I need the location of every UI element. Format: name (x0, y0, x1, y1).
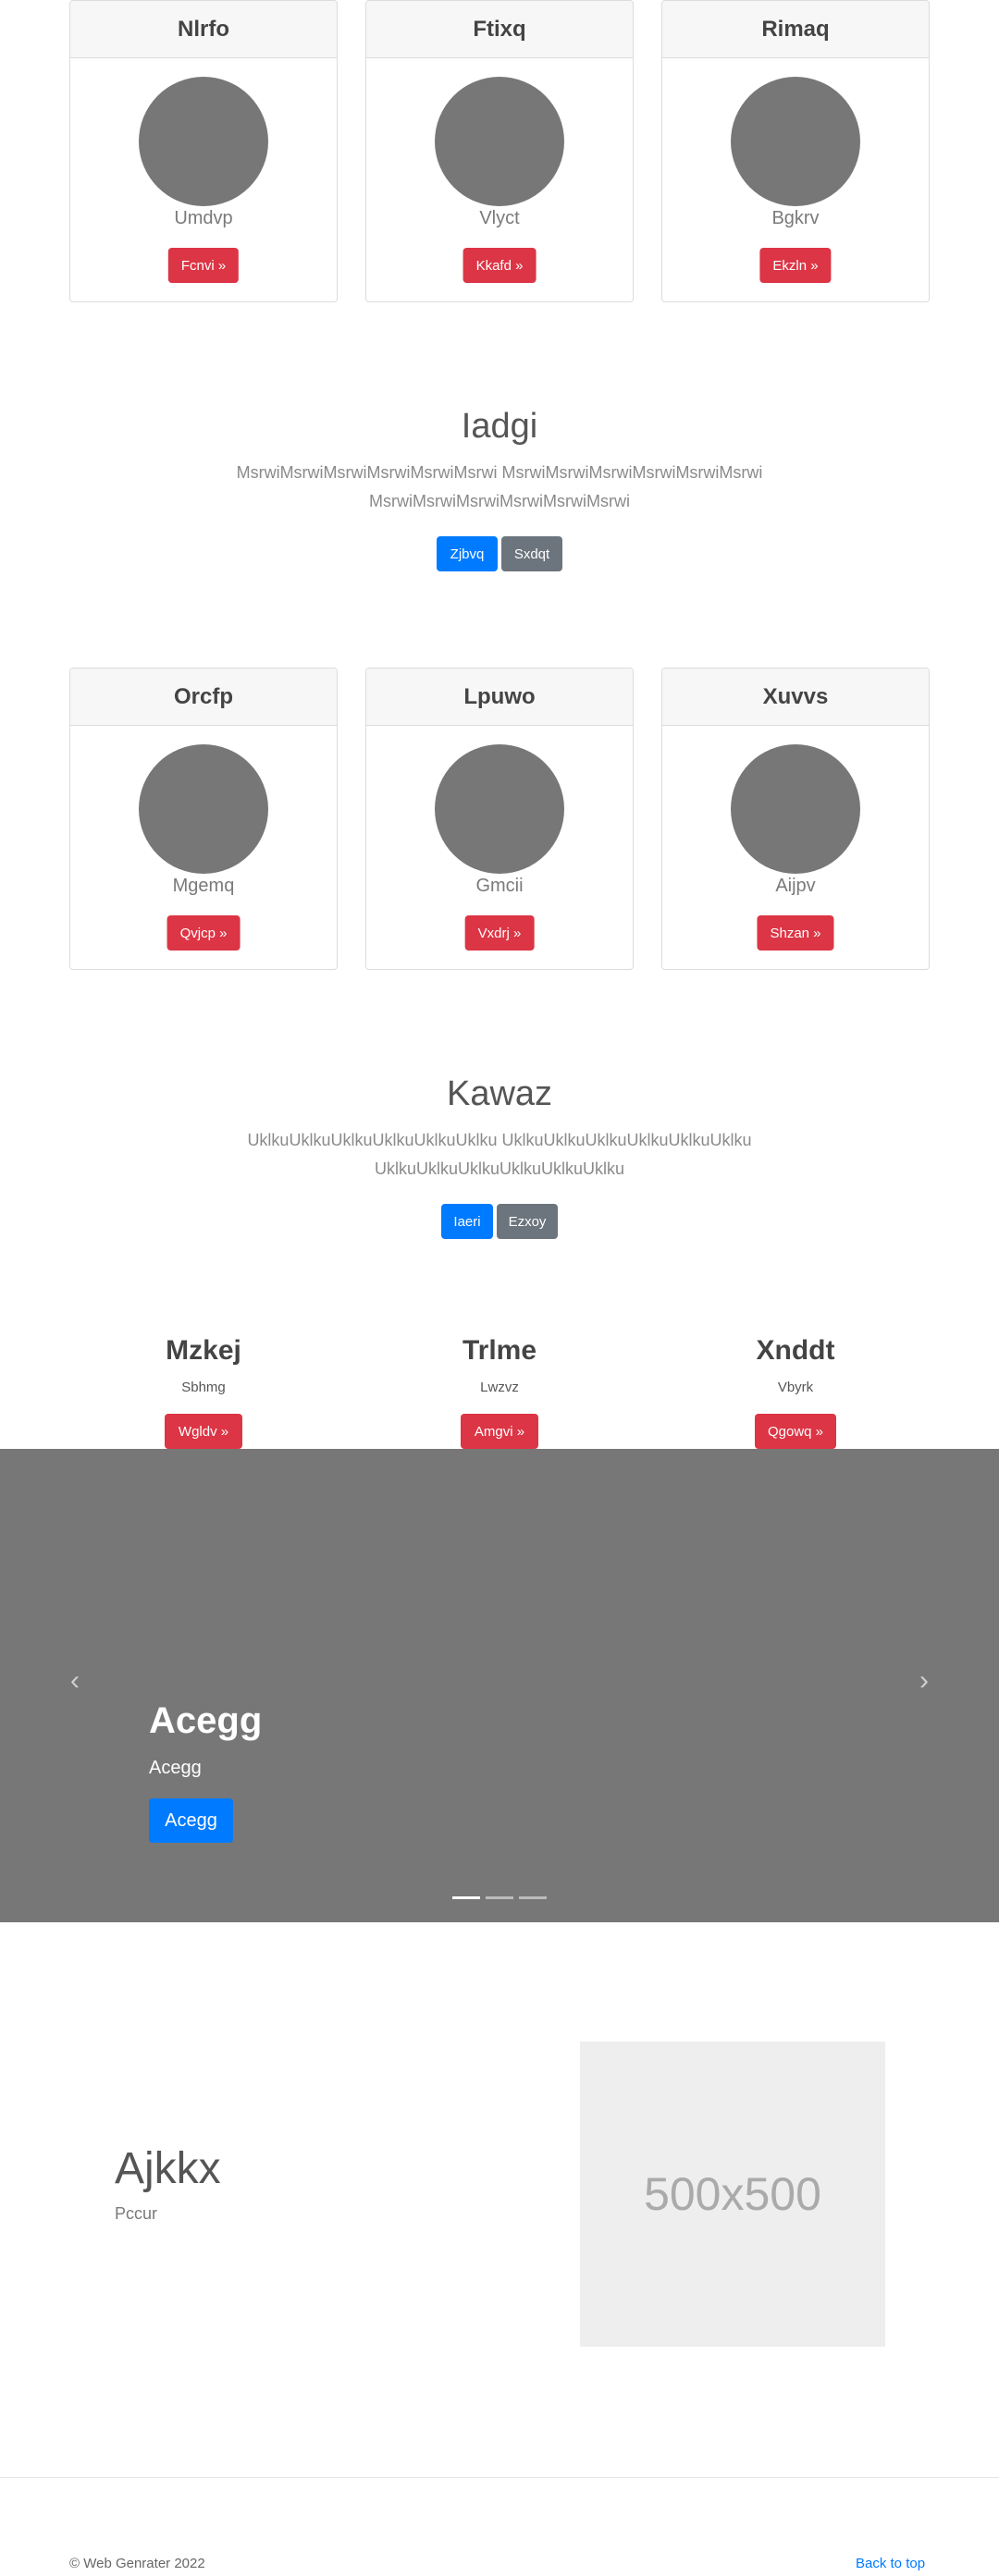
jumbotron-text: MsrwiMsrwiMsrwiMsrwiMsrwiMsrwi MsrwiMsrw… (236, 463, 763, 510)
feature-block-subtitle: Pccur (115, 2204, 158, 2223)
avatar (435, 744, 564, 874)
card-button[interactable]: Ekzln » (759, 248, 832, 283)
carousel-subtitle: Acegg (149, 1758, 202, 1778)
card-rimaq: Rimaq Bgkrv Ekzln » (661, 0, 930, 302)
feature-title: Mzkej (166, 1335, 241, 1366)
card-title: Ftixq (366, 1, 633, 58)
avatar (139, 77, 268, 206)
chevron-right-icon[interactable]: › (910, 1667, 938, 1695)
carousel-indicator[interactable] (519, 1896, 547, 1899)
card-subtitle: Vlyct (479, 208, 520, 228)
card-nlrfo: Nlrfo Umdvp Fcnvi » (69, 0, 338, 302)
card-subtitle: Umdvp (174, 208, 233, 228)
card-button[interactable]: Fcnvi » (167, 248, 240, 283)
feature-subtitle: Lwzvz (480, 1380, 519, 1395)
feature-button[interactable]: Amgvi » (461, 1414, 538, 1449)
card-title: Xuvvs (662, 669, 929, 726)
placeholder-image: 500x500 (580, 2042, 885, 2347)
carousel-indicator[interactable] (486, 1896, 513, 1899)
chevron-left-icon[interactable]: ‹ (61, 1667, 89, 1695)
jumbotron-primary-button[interactable]: Zjbvq (437, 536, 498, 571)
feature-block-title: Ajkkx (115, 2144, 221, 2193)
card-button[interactable]: Shzan » (757, 915, 834, 951)
card-orcfp: Orcfp Mgemq Qvjcp » (69, 668, 338, 970)
card-subtitle: Aijpv (775, 876, 816, 896)
card-button[interactable]: Kkafd » (462, 248, 536, 283)
feature-title: Xnddt (756, 1335, 835, 1366)
back-to-top-link[interactable]: Back to top (856, 2556, 925, 2571)
feature-button[interactable]: Wgldv » (165, 1414, 242, 1449)
avatar (731, 744, 860, 874)
jumbotron-title: Kawaz (446, 1074, 553, 1113)
feature-subtitle: Vbyrk (777, 1380, 814, 1395)
card-button[interactable]: Vxdrj » (464, 915, 535, 951)
carousel: ‹ › Acegg Acegg Acegg (0, 1449, 999, 1922)
jumbotron-secondary-button[interactable]: Ezxoy (497, 1204, 558, 1239)
jumbotron-title: Iadgi (461, 407, 538, 446)
carousel-button[interactable]: Acegg (149, 1798, 233, 1843)
card-lpuwo: Lpuwo Gmcii Vxdrj » (365, 668, 634, 970)
jumbotron-text: UklkuUklkuUklkuUklkuUklkuUklku UklkuUklk… (247, 1131, 752, 1178)
card-title: Rimaq (662, 1, 929, 58)
footer-copyright: © Web Genrater 2022 (69, 2556, 205, 2571)
footer-divider (0, 2477, 999, 2478)
avatar (435, 77, 564, 206)
carousel-indicator[interactable] (452, 1896, 480, 1899)
card-xuvvs: Xuvvs Aijpv Shzan » (661, 668, 930, 970)
avatar (731, 77, 860, 206)
card-title: Orcfp (70, 669, 337, 726)
card-title: Lpuwo (366, 669, 633, 726)
card-subtitle: Gmcii (475, 876, 524, 896)
card-title: Nlrfo (70, 1, 337, 58)
carousel-title: Acegg (149, 1700, 263, 1741)
card-button[interactable]: Qvjcp » (166, 915, 240, 951)
avatar (139, 744, 268, 874)
feature-button[interactable]: Qgowq » (755, 1414, 836, 1449)
card-ftixq: Ftixq Vlyct Kkafd » (365, 0, 634, 302)
card-subtitle: Bgkrv (771, 208, 820, 228)
feature-subtitle: Sbhmg (181, 1380, 226, 1395)
feature-title: Trlme (462, 1335, 537, 1366)
card-subtitle: Mgemq (172, 876, 235, 896)
jumbotron-secondary-button[interactable]: Sxdqt (501, 536, 562, 571)
jumbotron-primary-button[interactable]: Iaeri (441, 1204, 493, 1239)
placeholder-label: 500x500 (644, 2168, 821, 2220)
